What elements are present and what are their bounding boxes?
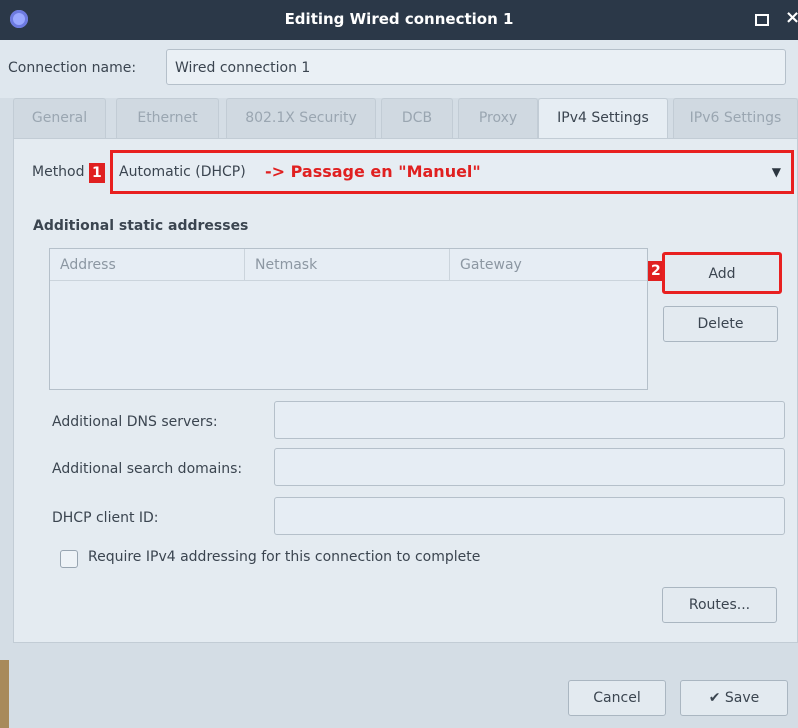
connection-name-row: Connection name: Wired connection 1 <box>0 40 798 98</box>
background-strip <box>0 660 9 728</box>
save-button[interactable]: ✔ Save <box>680 680 788 716</box>
tab-8021x-security[interactable]: 802.1X Security <box>226 98 376 138</box>
cancel-button[interactable]: Cancel <box>568 680 666 716</box>
title-bar: Editing Wired connection 1 × <box>0 0 798 40</box>
search-domains-input[interactable] <box>274 448 785 486</box>
require-ipv4-checkbox[interactable] <box>60 550 78 568</box>
delete-button[interactable]: Delete <box>663 306 778 342</box>
dns-servers-label: Additional DNS servers: <box>52 414 218 430</box>
addresses-table[interactable]: Address Netmask Gateway <box>49 248 648 390</box>
static-addresses-title: Additional static addresses <box>33 218 249 234</box>
dhcp-client-id-label: DHCP client ID: <box>52 510 159 526</box>
dialog-window: Editing Wired connection 1 × Connection … <box>0 0 798 728</box>
connection-name-label: Connection name: <box>8 60 137 76</box>
dhcp-client-id-input[interactable] <box>274 497 785 535</box>
tab-ipv4-settings[interactable]: IPv4 Settings <box>538 98 668 140</box>
method-label: Method <box>32 164 85 180</box>
require-ipv4-label: Require IPv4 addressing for this connect… <box>88 549 481 565</box>
column-address[interactable]: Address <box>50 249 245 281</box>
annotation-badge-1: 1 <box>89 163 105 183</box>
save-label: Save <box>724 690 760 706</box>
tab-ipv6-settings[interactable]: IPv6 Settings <box>673 98 798 138</box>
column-gateway[interactable]: Gateway <box>450 249 647 281</box>
tab-proxy[interactable]: Proxy <box>458 98 538 138</box>
ipv4-panel <box>13 138 798 643</box>
tab-general[interactable]: General <box>13 98 106 138</box>
search-domains-label: Additional search domains: <box>52 461 243 477</box>
dns-servers-input[interactable] <box>274 401 785 439</box>
connection-name-input[interactable]: Wired connection 1 <box>166 49 786 85</box>
window-title: Editing Wired connection 1 <box>284 10 514 28</box>
routes-button[interactable]: Routes... <box>662 587 777 623</box>
chevron-down-icon: ▼ <box>771 165 781 179</box>
tab-bar: General Ethernet 802.1X Security DCB Pro… <box>13 98 798 140</box>
method-dropdown[interactable]: Automatic (DHCP) -> Passage en "Manuel" … <box>110 150 794 194</box>
tab-dcb[interactable]: DCB <box>381 98 453 138</box>
column-netmask[interactable]: Netmask <box>245 249 450 281</box>
add-button[interactable]: Add <box>662 252 782 294</box>
tab-ethernet[interactable]: Ethernet <box>116 98 219 138</box>
check-icon: ✔ <box>708 690 721 706</box>
close-icon[interactable]: × <box>785 7 798 28</box>
method-annotation: -> Passage en "Manuel" <box>265 162 481 181</box>
method-value: Automatic (DHCP) <box>119 164 246 180</box>
maximize-icon[interactable] <box>755 14 769 26</box>
